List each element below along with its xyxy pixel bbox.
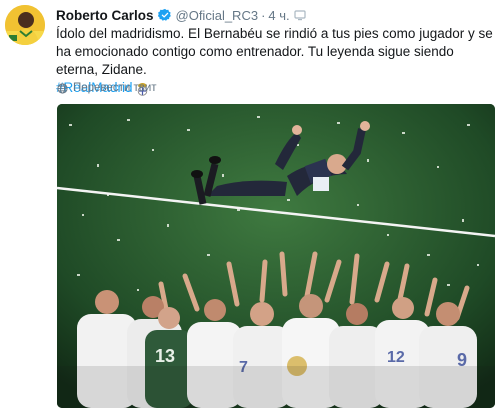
author-avatar[interactable] bbox=[5, 5, 45, 45]
author-handle[interactable]: @Oficial_RC3 bbox=[176, 8, 259, 23]
tweet-body: Ídolo del madridismo. El Bernabéu se rin… bbox=[56, 26, 493, 77]
translate-label: Перевести твит bbox=[73, 82, 157, 94]
tweet-header: Roberto Carlos @Oficial_RC3 · 4 ч. bbox=[56, 6, 306, 24]
svg-text:13: 13 bbox=[155, 346, 175, 366]
tweet-timestamp[interactable]: 4 ч. bbox=[268, 8, 289, 23]
screen-icon bbox=[294, 9, 306, 21]
svg-text:12: 12 bbox=[387, 349, 405, 366]
globe-icon bbox=[57, 82, 68, 94]
translate-link[interactable]: Перевести твит bbox=[57, 82, 157, 94]
verified-badge-icon bbox=[157, 8, 172, 22]
tweet-photo[interactable]: 13 9 12 7 bbox=[57, 104, 495, 408]
tweet-card[interactable]: Roberto Carlos @Oficial_RC3 · 4 ч. Ídolo… bbox=[0, 0, 500, 414]
photo-celebration-image: 13 9 12 7 bbox=[57, 104, 495, 408]
author-name[interactable]: Roberto Carlos bbox=[56, 8, 154, 23]
separator-dot: · bbox=[261, 7, 266, 23]
